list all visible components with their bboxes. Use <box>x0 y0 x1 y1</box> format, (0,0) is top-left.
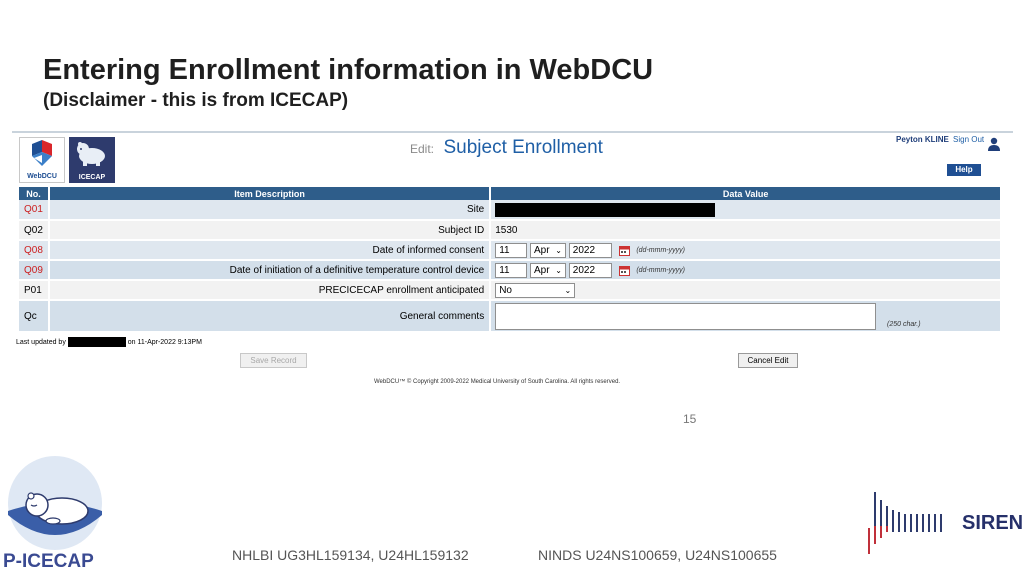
cancel-edit-button[interactable]: Cancel Edit <box>738 353 798 368</box>
calendar-icon[interactable] <box>618 265 630 276</box>
slide-title: Entering Enrollment information in WebDC… <box>43 54 654 86</box>
save-record-button[interactable]: Save Record <box>240 353 307 368</box>
item-number: P01 <box>19 280 50 301</box>
picecap-polar-bear-logo <box>8 456 102 550</box>
picecap-wordmark: P-ICECAP <box>3 551 94 572</box>
siren-wordmark: SIREN <box>962 512 1024 534</box>
enrollment-anticipated-select[interactable]: No ⌄ <box>495 282 576 298</box>
consent-month-value: Apr <box>533 244 550 256</box>
site-value <box>490 200 1002 221</box>
calendar-icon[interactable] <box>618 245 630 256</box>
redacted-user <box>67 337 126 347</box>
date-format-hint: (dd-mmm-yyyy) <box>636 266 685 274</box>
copyright-notice: WebDCU™ © Copyright 2009-2022 Medical Un… <box>374 379 621 385</box>
table-row: Q02 Subject ID 1530 <box>19 220 1002 241</box>
item-number: Qc <box>19 300 50 333</box>
enrollment-anticipated-value: No ⌄ <box>490 280 1002 301</box>
date-format-hint: (dd-mmm-yyyy) <box>636 246 685 254</box>
table-row: Qc General comments (250 char.) <box>19 300 1002 333</box>
redacted-site <box>495 202 716 217</box>
general-comments-textarea[interactable] <box>495 302 877 330</box>
item-number[interactable]: Q09 <box>19 260 50 281</box>
table-row: Q08 Date of informed consent 11 Apr ⌄ 202… <box>19 240 1002 261</box>
grant-ninds: NINDS U24NS100659, U24NS100655 <box>538 547 777 563</box>
polar-bear-icon <box>77 142 105 166</box>
tcd-month-value: Apr <box>533 264 550 276</box>
tcd-month-select[interactable]: Apr ⌄ <box>529 262 566 278</box>
last-updated: Last updated by on 11-Apr-2022 9:13PM <box>16 337 202 347</box>
tcd-date-value: 11 Apr ⌄ 2022 (dd-mmm-yyyy) <box>490 260 1002 281</box>
grant-nhlbi: NHLBI UG3HL159134, U24HL159132 <box>232 547 469 563</box>
table-row: Q01 Site <box>19 200 1002 221</box>
webdcu-logo[interactable]: WebDCU <box>19 137 65 183</box>
header-item-description: Item Description <box>48 187 492 200</box>
icecap-logo[interactable]: ICECAP <box>69 137 115 183</box>
consent-day-input[interactable]: 11 <box>495 242 528 258</box>
user-name: Peyton KLINE <box>896 135 949 144</box>
consent-year-input[interactable]: 2022 <box>568 242 612 258</box>
consent-date-value: 11 Apr ⌄ 2022 (dd-mmm-yyyy) <box>490 240 1002 261</box>
enrollment-form-table: No. Item Description Data Value Q01 Site… <box>19 187 1002 333</box>
webdcu-logo-caption: WebDCU <box>27 173 57 180</box>
header-data-value: Data Value <box>490 187 1002 200</box>
chevron-down-icon: ⌄ <box>555 245 562 255</box>
form-heading: Edit: Subject Enrollment <box>410 137 603 159</box>
item-number[interactable]: Q08 <box>19 240 50 261</box>
table-row: P01 PRECICECAP enrollment anticipated No… <box>19 280 1002 301</box>
chevron-down-icon: ⌄ <box>564 285 572 295</box>
item-description: General comments <box>48 300 492 333</box>
item-description: PRECICECAP enrollment anticipated <box>48 280 492 301</box>
subject-id-value: 1530 <box>490 220 1002 241</box>
siren-logo-bars <box>868 492 942 554</box>
item-description: Date of informed consent <box>48 240 492 261</box>
char-limit-hint: (250 char.) <box>886 320 921 328</box>
form-title: Subject Enrollment <box>443 137 603 158</box>
chevron-down-icon: ⌄ <box>555 265 562 275</box>
sign-out-link[interactable]: Sign Out <box>953 135 984 144</box>
icecap-logo-caption: ICECAP <box>78 174 106 181</box>
header-no: No. <box>19 187 50 200</box>
edit-label: Edit: <box>410 142 435 156</box>
general-comments-value: (250 char.) <box>490 300 1002 333</box>
consent-month-select[interactable]: Apr ⌄ <box>529 242 566 258</box>
item-description: Site <box>48 200 492 221</box>
item-description: Subject ID <box>48 220 492 241</box>
slide-subtitle: (Disclaimer - this is from ICECAP) <box>43 90 349 111</box>
last-updated-prefix: Last updated by <box>16 338 66 346</box>
help-button[interactable]: Help <box>947 164 981 176</box>
last-updated-suffix: on 11-Apr-2022 9:13PM <box>127 338 202 346</box>
webdcu-logo-icon <box>32 140 52 166</box>
enrollment-anticipated-selected: No <box>499 284 512 296</box>
webdcu-screenshot: WebDCU ICECAP Edit: Subject Enrollment P… <box>12 131 1013 393</box>
item-description: Date of initiation of a definitive tempe… <box>48 260 492 281</box>
page-number: 15 <box>683 412 697 426</box>
user-profile-icon[interactable] <box>987 137 1001 151</box>
tcd-year-input[interactable]: 2022 <box>568 262 612 278</box>
table-header-row: No. Item Description Data Value <box>19 187 1002 200</box>
item-number: Q02 <box>19 220 50 241</box>
item-number[interactable]: Q01 <box>19 200 50 221</box>
tcd-day-input[interactable]: 11 <box>495 262 528 278</box>
table-row: Q09 Date of initiation of a definitive t… <box>19 260 1002 281</box>
